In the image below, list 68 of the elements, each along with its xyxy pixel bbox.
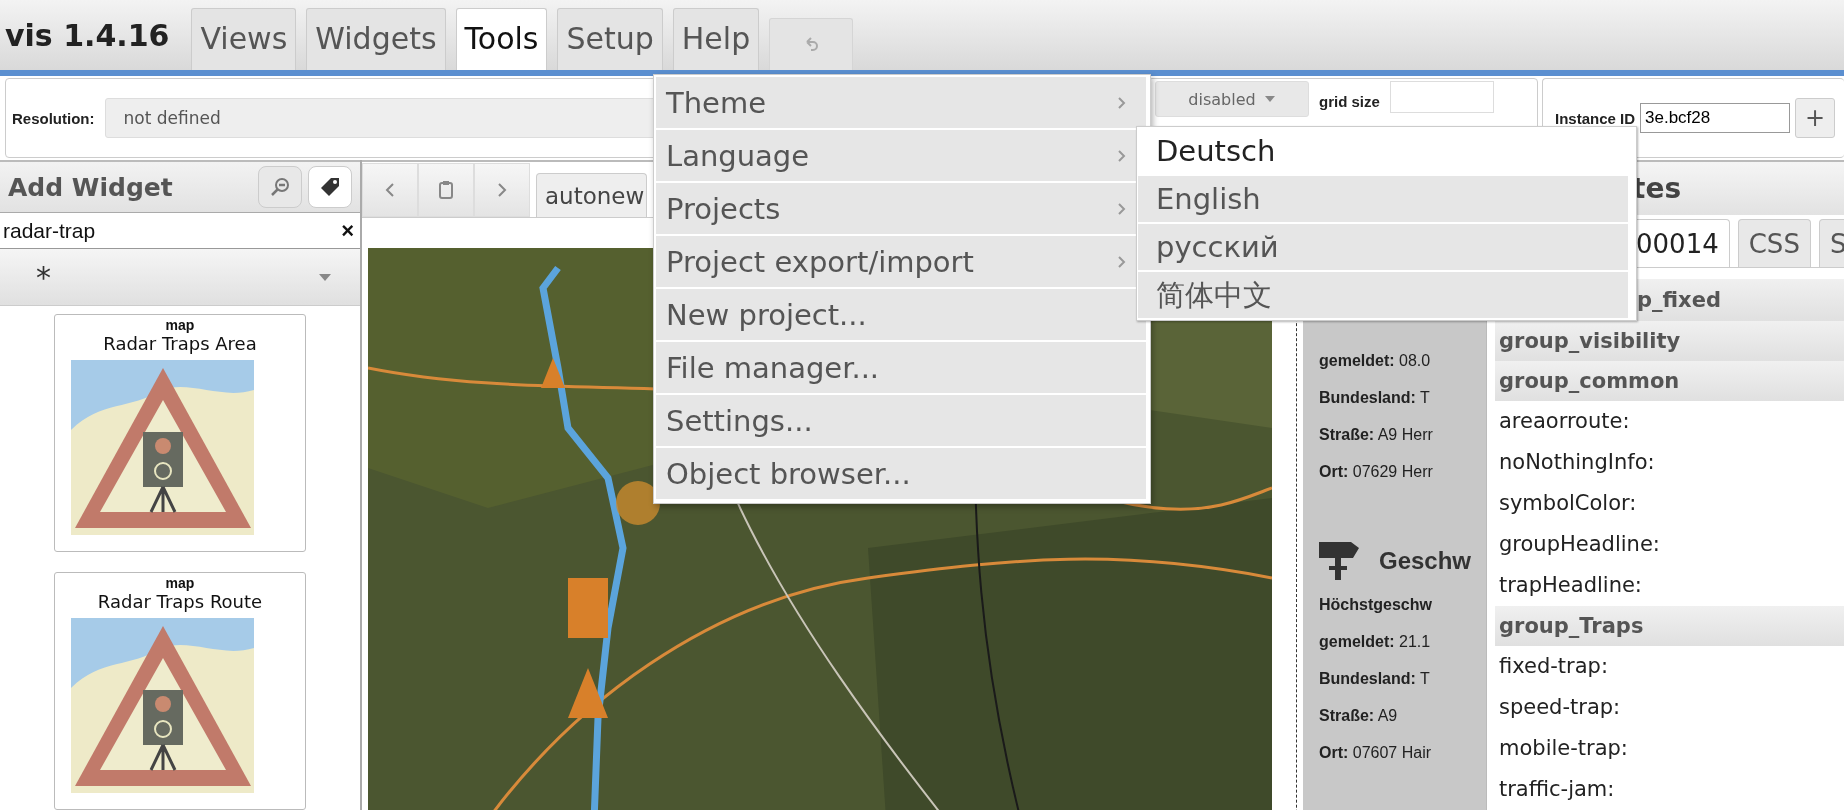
widget-card[interactable]: map Radar Traps Route — [54, 572, 306, 810]
info-line: Höchstgeschw — [1319, 595, 1433, 615]
info-line: Straße: A9 — [1319, 706, 1399, 726]
filter-dropdown[interactable]: * — [0, 249, 360, 306]
property-label: traffic-jam: — [1498, 776, 1616, 803]
instance-id-field[interactable]: 3e.bcf28 — [1640, 103, 1791, 133]
menu-tab[interactable]: Tools — [455, 8, 548, 70]
property-label: mobile-trap: — [1498, 735, 1629, 762]
chevron-icon — [1117, 95, 1126, 110]
info-line: Ort: 07629 Herr — [1319, 462, 1434, 482]
chevron-left-icon — [384, 182, 396, 198]
info-line: Ort: 07607 Hair — [1319, 743, 1433, 763]
menu-tab[interactable]: Views — [191, 8, 297, 70]
clipboard-button[interactable] — [418, 163, 474, 217]
group-header[interactable]: group_visibility — [1495, 321, 1844, 361]
clipboard-icon — [438, 180, 454, 200]
group-header[interactable]: group_common — [1495, 361, 1844, 401]
caret-icon — [1263, 95, 1276, 103]
clear-button[interactable]: × — [341, 217, 354, 244]
property-label: trapHeadline: — [1498, 572, 1643, 599]
info-line: Bundesland: T — [1319, 388, 1431, 408]
instance-id-label: Instance ID — [1555, 109, 1636, 127]
menu-item[interactable]: Settings... — [656, 395, 1146, 446]
menu-item[interactable]: Object browser... — [656, 448, 1146, 499]
zoom-out-button[interactable] — [258, 166, 302, 209]
widget-card[interactable]: map Radar Traps Area — [54, 314, 306, 552]
language-option[interactable]: русский — [1138, 224, 1628, 270]
app-title: vis 1.4.16 — [5, 17, 170, 53]
view-tab[interactable]: autonew — [536, 173, 648, 217]
widget-name: Radar Traps Area — [103, 333, 257, 354]
language-option[interactable]: 简体中文 — [1138, 272, 1628, 318]
info-line: Bundesland: T — [1319, 669, 1431, 689]
property-label: groupHeadline: — [1498, 531, 1661, 558]
property-label: fixed-trap: — [1498, 653, 1609, 680]
info-title: Geschw — [1379, 547, 1472, 575]
menu-item[interactable]: New project... — [656, 289, 1146, 340]
tag-icon — [319, 176, 341, 199]
property-label: areaorroute: — [1498, 408, 1631, 435]
chevron-icon — [1117, 148, 1126, 163]
grid-size-label: grid size — [1319, 93, 1380, 110]
grid-size-field[interactable] — [1389, 81, 1494, 113]
chevron-right-icon — [496, 182, 508, 198]
property-label: symbolColor: — [1498, 490, 1638, 517]
add-button[interactable]: + — [1795, 98, 1836, 138]
tag-button[interactable] — [308, 166, 352, 209]
menu-tab[interactable]: Widgets — [306, 8, 446, 70]
info-line: gemeldet: 21.1 — [1319, 632, 1432, 652]
undo-button[interactable] — [769, 18, 854, 70]
property-label: noNothingInfo: — [1498, 449, 1656, 476]
chevron-icon — [1117, 254, 1126, 269]
resolution-label: Resolution: — [12, 109, 95, 127]
snap-dropdown[interactable]: disabled — [1155, 81, 1309, 117]
widget-set: map — [165, 575, 195, 591]
menu-tab[interactable]: Help — [672, 8, 760, 70]
widget-name: Radar Traps Route — [97, 591, 263, 612]
chevron-icon — [1117, 201, 1126, 216]
info-line: gemeldet: 08.0 — [1319, 351, 1432, 371]
widget-set: map — [165, 317, 195, 333]
panel-title: Add Widget — [8, 172, 174, 202]
caret-icon — [318, 272, 332, 282]
language-option[interactable]: English — [1138, 176, 1628, 222]
info-line: Straße: A9 Herr — [1319, 425, 1434, 445]
menu-tab[interactable]: Setup — [557, 8, 663, 70]
group-header[interactable]: group_Traps — [1495, 606, 1844, 646]
menu-item[interactable]: Theme — [656, 77, 1146, 128]
attribute-tab[interactable]: CSS — [1737, 219, 1811, 267]
property-label: speed-trap: — [1498, 694, 1622, 721]
menu-item[interactable]: File manager... — [656, 342, 1146, 393]
